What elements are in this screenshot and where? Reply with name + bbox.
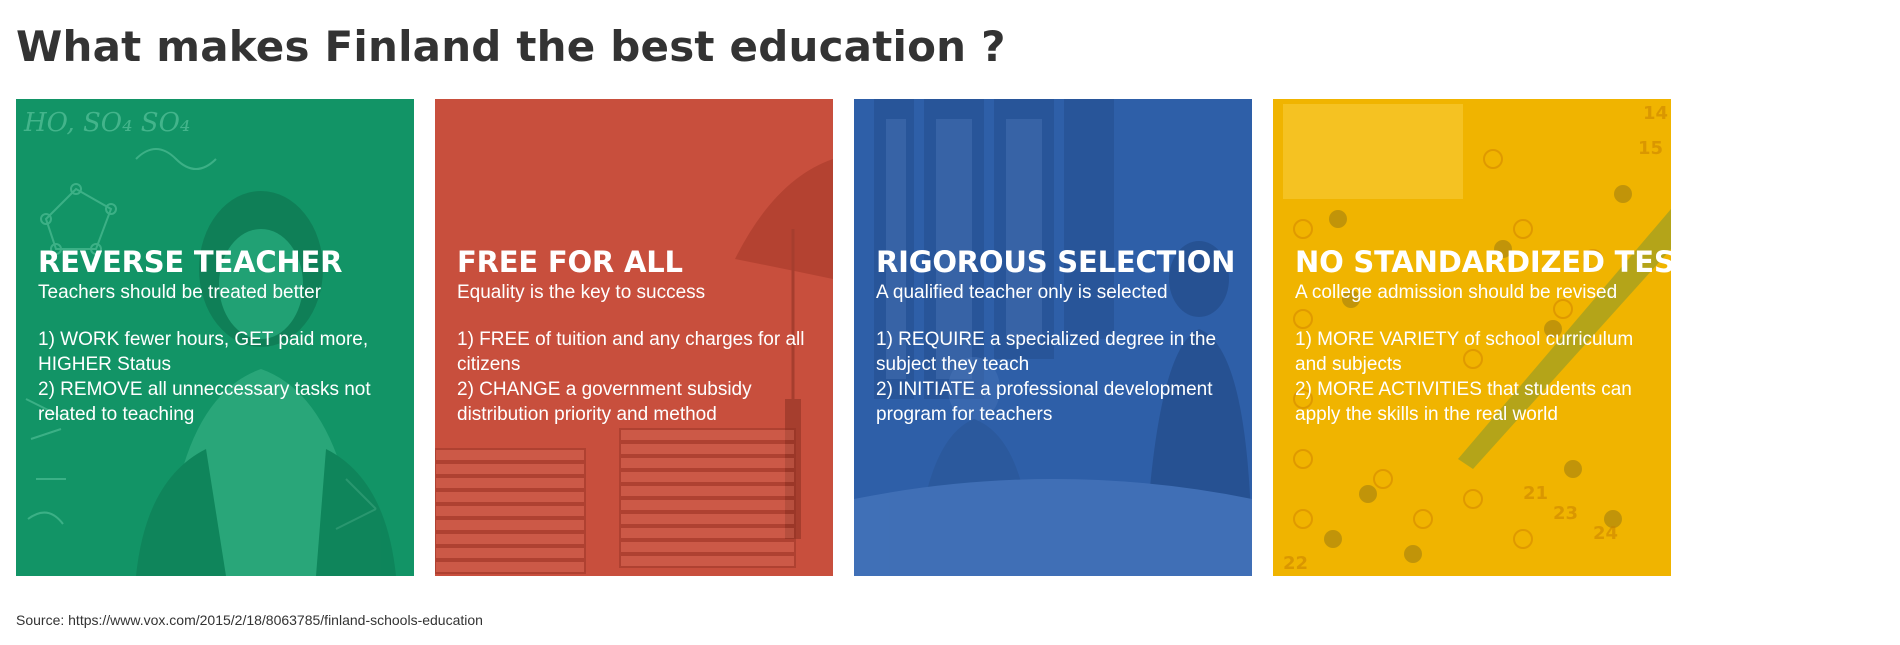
- card-subtitle: Equality is the key to success: [457, 282, 706, 303]
- svg-text:22: 22: [1283, 553, 1308, 574]
- card-point: 2) INITIATE a professional development p…: [876, 379, 1213, 425]
- page-title: What makes Finland the best education ?: [16, 22, 1006, 71]
- card-heading: NO STANDARDIZED TEST: [1295, 245, 1671, 279]
- card-heading: RIGOROUS SELECTION: [876, 245, 1236, 279]
- card-point: 2) MORE ACTIVITIES that students can app…: [1295, 379, 1632, 425]
- card-points: 1) MORE VARIETY of school curriculum and…: [1295, 327, 1657, 427]
- svg-text:24: 24: [1593, 523, 1618, 544]
- card-heading: REVERSE TEACHER: [38, 245, 343, 279]
- svg-text:15: 15: [1638, 138, 1663, 159]
- card-content: RIGOROUS SELECTION A qualified teacher o…: [876, 245, 1238, 427]
- source-citation: Source: https://www.vox.com/2015/2/18/80…: [16, 612, 483, 628]
- card-content: FREE FOR ALL Equality is the key to succ…: [457, 245, 819, 427]
- card-point: 1) WORK fewer hours, GET paid more, HIGH…: [38, 329, 369, 375]
- card-points: 1) WORK fewer hours, GET paid more, HIGH…: [38, 327, 400, 427]
- card-rigorous-selection: RIGOROUS SELECTION A qualified teacher o…: [854, 99, 1252, 576]
- card-point: 2) REMOVE all unneccessary tasks not rel…: [38, 379, 371, 425]
- card-points: 1) FREE of tuition and any charges for a…: [457, 327, 819, 427]
- card-heading: FREE FOR ALL: [457, 245, 683, 279]
- card-subtitle: A qualified teacher only is selected: [876, 282, 1168, 303]
- card-point: 2) CHANGE a government subsidy distribut…: [457, 379, 752, 425]
- svg-text:21: 21: [1523, 483, 1548, 504]
- card-point: 1) REQUIRE a specialized degree in the s…: [876, 329, 1217, 375]
- svg-text:HO, SO₄ SO₄: HO, SO₄ SO₄: [23, 108, 190, 138]
- card-content: REVERSE TEACHER Teachers should be treat…: [38, 245, 400, 427]
- svg-text:14: 14: [1643, 103, 1668, 124]
- card-reverse-teacher: HO, SO₄ SO₄ REVERSE TEACHER Teachers sho…: [16, 99, 414, 576]
- card-content: NO STANDARDIZED TEST A college admission…: [1295, 245, 1671, 427]
- card-point: 1) FREE of tuition and any charges for a…: [457, 329, 805, 375]
- infographic-page: What makes Finland the best education ? …: [0, 0, 1900, 645]
- card-no-standardized-test: 14 15 21 23 24 22 NO STANDARDIZED TEST A…: [1273, 99, 1671, 576]
- card-point: 1) MORE VARIETY of school curriculum and…: [1295, 329, 1634, 375]
- card-points: 1) REQUIRE a specialized degree in the s…: [876, 327, 1238, 427]
- card-subtitle: A college admission should be revised: [1295, 282, 1618, 303]
- card-subtitle: Teachers should be treated better: [38, 282, 322, 303]
- cards-row: HO, SO₄ SO₄ REVERSE TEACHER Teachers sho…: [16, 99, 1671, 576]
- card-free-for-all: FREE FOR ALL Equality is the key to succ…: [435, 99, 833, 576]
- svg-text:23: 23: [1553, 503, 1578, 524]
